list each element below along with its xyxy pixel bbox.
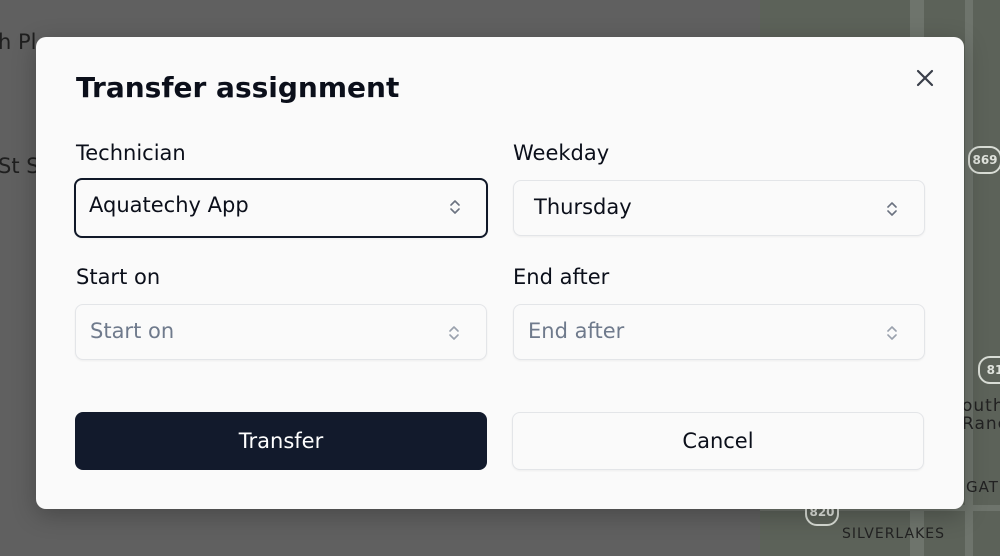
transfer-assignment-dialog: Transfer assignment Technician Aquatechy… (36, 37, 964, 509)
close-button[interactable] (912, 65, 938, 91)
weekday-label: Weekday (513, 141, 610, 165)
chevron-up-down-icon (887, 202, 897, 216)
close-icon (916, 69, 934, 87)
end-after-label: End after (513, 265, 610, 289)
technician-select[interactable]: Aquatechy App (74, 178, 488, 238)
dialog-title: Transfer assignment (76, 71, 400, 104)
end-after-placeholder: End after (528, 319, 625, 343)
technician-label: Technician (76, 141, 186, 165)
technician-value: Aquatechy App (89, 193, 249, 217)
map-label: GAT (966, 478, 999, 496)
map-label: SILVERLAKES (842, 526, 946, 542)
background-text: h Pl (0, 30, 37, 54)
start-on-label: Start on (76, 265, 161, 289)
weekday-select[interactable]: Thursday (513, 180, 925, 236)
weekday-value: Thursday (534, 195, 632, 219)
transfer-button[interactable]: Transfer (75, 412, 487, 470)
map-label: Ranc (962, 414, 1000, 434)
highway-shield: 81 (978, 356, 1000, 384)
cancel-button[interactable]: Cancel (512, 412, 924, 470)
start-on-select[interactable]: Start on (75, 304, 487, 360)
background-text: St S (0, 154, 40, 178)
end-after-select[interactable]: End after (513, 304, 925, 360)
highway-shield: 869 (968, 146, 1000, 174)
chevron-up-down-icon (449, 326, 459, 340)
map-label: outh (962, 396, 1000, 416)
start-on-placeholder: Start on (90, 319, 175, 343)
chevron-up-down-icon (450, 200, 460, 214)
chevron-up-down-icon (887, 326, 897, 340)
